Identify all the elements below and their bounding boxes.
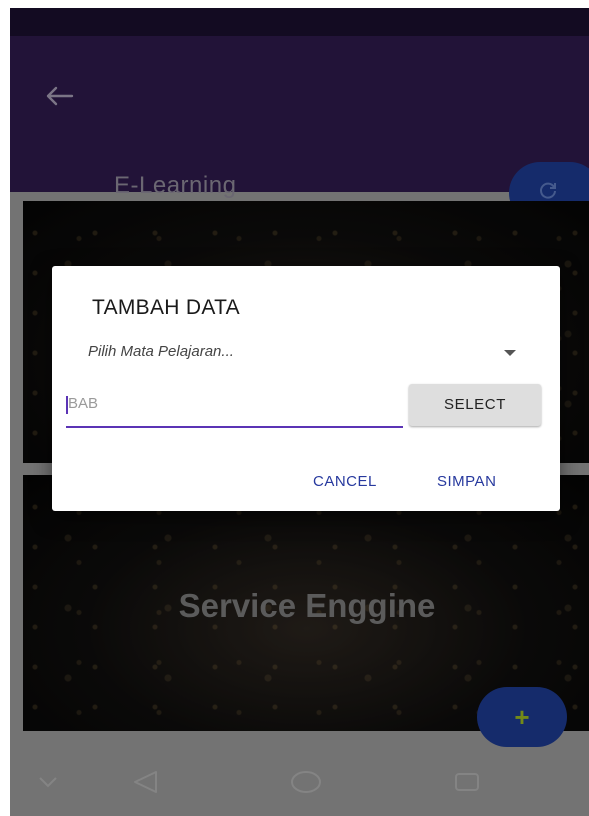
save-button[interactable]: SIMPAN: [437, 473, 496, 490]
course-card-title: Service Enggine: [178, 587, 436, 624]
dialog-title: TAMBAH DATA: [92, 296, 240, 319]
app-screen: E-Learning Service Enggine + TAMBAH DATA: [10, 8, 589, 816]
bab-placeholder: BAB: [68, 395, 99, 412]
cancel-button[interactable]: CANCEL: [313, 473, 377, 490]
subject-dropdown[interactable]: Pilih Mata Pelajaran...: [76, 326, 538, 374]
dropdown-caret-icon: [504, 350, 516, 356]
add-data-dialog: TAMBAH DATA Pilih Mata Pelajaran... BAB …: [52, 266, 560, 511]
bab-input[interactable]: BAB: [66, 384, 403, 428]
select-button[interactable]: SELECT: [409, 384, 541, 426]
subject-selected-value: Pilih Mata Pelajaran...: [88, 343, 234, 360]
